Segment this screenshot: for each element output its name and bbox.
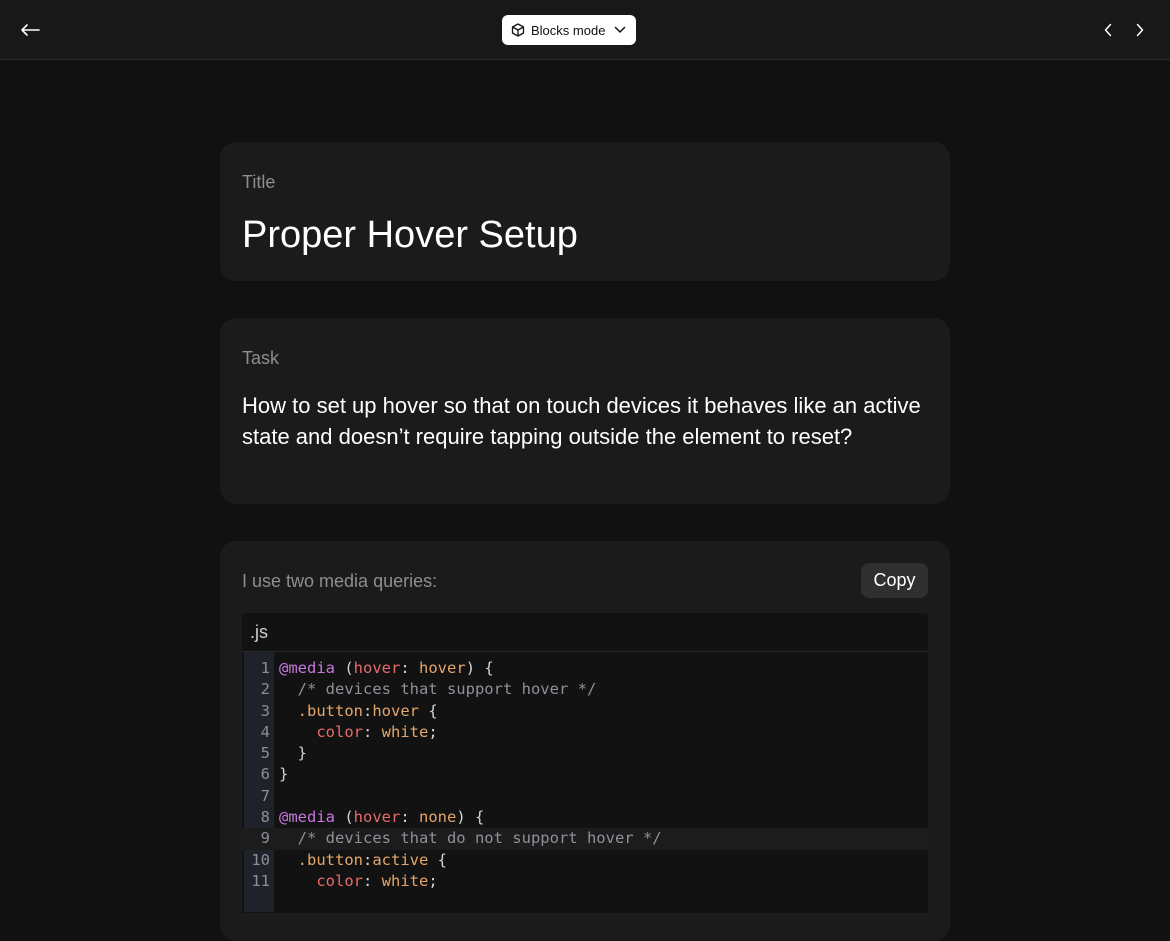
code-text: /* devices that support hover */ <box>279 679 597 700</box>
code-text: color: white; <box>279 722 438 743</box>
next-button[interactable] <box>1126 16 1154 44</box>
line-number: 8 <box>260 808 270 827</box>
code-token: white <box>381 871 429 890</box>
title-card: Title Proper Hover Setup <box>220 142 950 281</box>
code-token: /* devices that do not support hover */ <box>279 829 662 848</box>
code-editor[interactable]: 1 @media (hover: hover) {2 /* devices tha… <box>242 652 928 912</box>
code-token: : <box>363 701 373 720</box>
code-line: 7 <box>242 786 928 807</box>
code-line: 5 } <box>242 743 928 764</box>
chevron-down-icon <box>614 26 626 33</box>
line-number: 10 <box>251 850 270 869</box>
code-block: .js 1 @media (hover: hover) {2 /* devices… <box>242 613 928 913</box>
line-number: 7 <box>260 786 270 805</box>
code-token: { <box>428 850 448 869</box>
arrow-left-icon <box>21 24 40 36</box>
code-token: active <box>372 850 429 869</box>
code-token: ( <box>335 659 354 677</box>
code-text: @media (hover: hover) { <box>279 658 494 679</box>
code-line: 4 color: white; <box>242 722 928 743</box>
code-token: hover <box>353 659 401 677</box>
code-line: 11 color: white; <box>242 871 928 892</box>
code-line: 2 /* devices that support hover */ <box>242 679 928 700</box>
line-number: 2 <box>260 680 270 699</box>
code-token: { <box>419 701 438 720</box>
code-token: : <box>363 722 382 741</box>
code-line: 10 .button:active { <box>242 850 928 871</box>
code-token: color <box>316 871 363 890</box>
code-token: } <box>279 765 289 784</box>
code-token: hover <box>372 701 420 720</box>
mode-selector[interactable]: Blocks mode <box>502 15 636 45</box>
chevron-right-icon <box>1136 23 1144 37</box>
code-token: ; <box>428 722 438 741</box>
mode-selector-label: Blocks mode <box>531 22 606 38</box>
code-text: color: white; <box>279 871 438 892</box>
code-token: ; <box>428 871 438 890</box>
code-token: : <box>363 850 373 869</box>
copy-button[interactable]: Copy <box>861 563 928 598</box>
code-line: 1 @media (hover: hover) { <box>242 658 928 679</box>
code-token: ) { <box>456 808 485 827</box>
answer-intro: I use two media queries: <box>242 571 438 591</box>
code-text: @media (hover: none) { <box>279 807 484 828</box>
code-token: white <box>381 722 429 741</box>
line-number: 11 <box>251 871 270 890</box>
top-bar: Blocks mode <box>0 0 1170 60</box>
code-token: ( <box>335 808 354 827</box>
back-button[interactable] <box>14 15 46 45</box>
page-title: Proper Hover Setup <box>242 214 578 256</box>
code-text: } <box>279 743 307 764</box>
task-label: Task <box>242 348 280 368</box>
code-text: .button:active { <box>279 850 447 871</box>
line-number: 6 <box>260 765 270 784</box>
code-line: 8 @media (hover: none) { <box>242 807 928 828</box>
code-token: } <box>279 744 307 763</box>
code-token: @media <box>279 808 335 827</box>
previous-button[interactable] <box>1094 16 1122 44</box>
code-text: } <box>279 764 288 785</box>
code-line: 3 .button:hover { <box>242 701 928 722</box>
task-card: Task How to set up hover so that on touc… <box>220 318 950 504</box>
code-token: none <box>419 808 457 827</box>
line-number: 9 <box>260 829 270 848</box>
code-token: @media <box>279 659 335 677</box>
cube-icon <box>511 23 525 37</box>
code-token: .button <box>297 850 363 869</box>
code-token: ) { <box>465 659 494 677</box>
code-token: .button <box>297 701 363 720</box>
code-token: : <box>400 808 420 827</box>
line-number: 1 <box>260 659 270 677</box>
code-token: : <box>400 659 420 677</box>
code-text: .button:hover { <box>279 701 438 722</box>
code-token: : <box>363 871 382 890</box>
task-text: How to set up hover so that on touch dev… <box>242 393 921 449</box>
code-token: /* devices that support hover */ <box>279 680 597 699</box>
line-number: 4 <box>260 722 270 741</box>
code-language: .js <box>242 613 928 652</box>
code-token: color <box>316 722 363 741</box>
code-line: 9 /* devices that do not support hover *… <box>242 828 928 850</box>
title-label: Title <box>242 172 276 192</box>
answer-card: I use two media queries: Copy .js 1 @medi… <box>220 541 950 941</box>
line-number: 3 <box>260 701 270 720</box>
line-number: 5 <box>260 744 270 763</box>
code-text: /* devices that do not support hover */ <box>279 828 662 849</box>
code-token: hover <box>353 808 401 827</box>
code-token: hover <box>419 659 466 677</box>
chevron-left-icon <box>1104 23 1112 37</box>
code-line: 6} <box>242 764 928 785</box>
